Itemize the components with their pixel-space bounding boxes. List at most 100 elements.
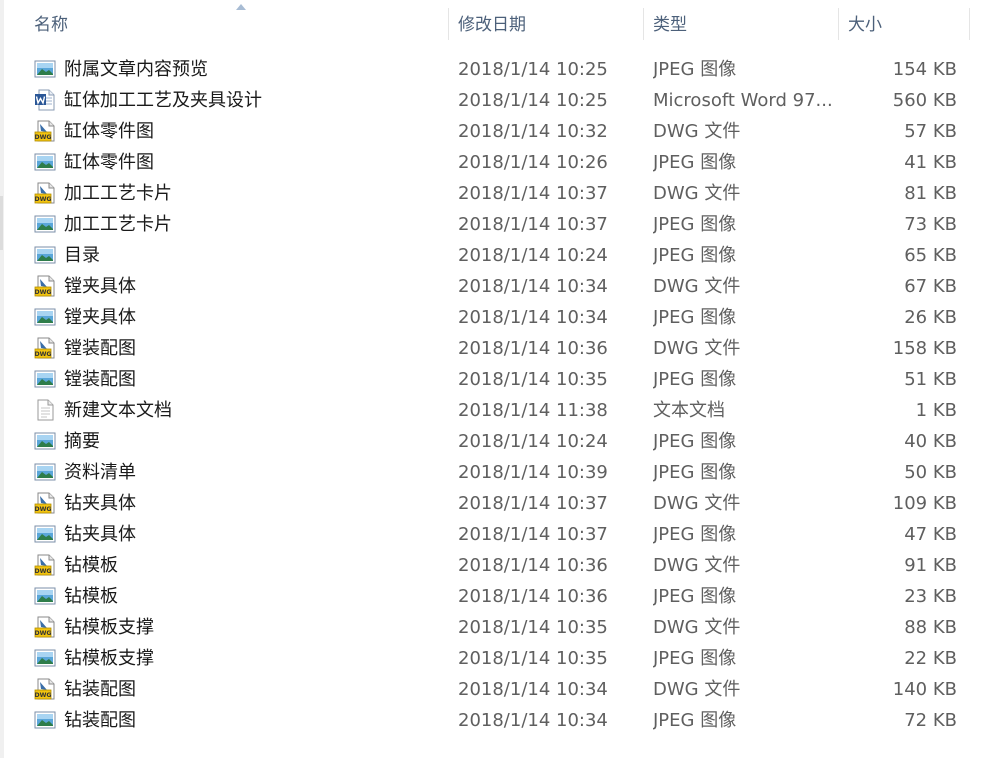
file-row[interactable]: 摘要 2018/1/14 10:24 JPEG 图像 40 KB xyxy=(0,426,1002,457)
svg-text:DWG: DWG xyxy=(34,134,51,141)
svg-text:DWG: DWG xyxy=(34,692,51,699)
file-size: 1 KB xyxy=(915,400,957,421)
file-name: 资料清单 xyxy=(64,462,136,483)
svg-text:DWG: DWG xyxy=(34,568,51,575)
file-modified-date: 2018/1/14 10:37 xyxy=(458,524,608,545)
file-row[interactable]: DWG 缸体零件图 2018/1/14 10:32 DWG 文件 57 KB xyxy=(0,116,1002,147)
file-row[interactable]: DWG 镗夹具体 2018/1/14 10:34 DWG 文件 67 KB xyxy=(0,271,1002,302)
file-row[interactable]: 钻模板 2018/1/14 10:36 JPEG 图像 23 KB xyxy=(0,581,1002,612)
file-explorer-window: 名称 修改日期 类型 大小 附属文章内容预览 2018/1/14 10:25 JPE… xyxy=(0,0,1002,758)
file-modified-date: 2018/1/14 10:36 xyxy=(458,338,608,359)
dwg-file-icon: DWG xyxy=(34,492,56,514)
svg-text:DWG: DWG xyxy=(34,630,51,637)
file-size: 23 KB xyxy=(904,586,957,607)
file-name: 缸体加工工艺及夹具设计 xyxy=(64,90,262,111)
column-header-name[interactable]: 名称 xyxy=(8,0,449,50)
file-row[interactable]: 缸体零件图 2018/1/14 10:26 JPEG 图像 41 KB xyxy=(0,147,1002,178)
file-name: 加工工艺卡片 xyxy=(64,214,172,235)
file-row[interactable]: DWG 镗装配图 2018/1/14 10:36 DWG 文件 158 KB xyxy=(0,333,1002,364)
file-name: 钻模板支撑 xyxy=(64,648,154,669)
file-type: JPEG 图像 xyxy=(653,648,737,669)
column-header-size-label: 大小 xyxy=(848,15,882,35)
file-row[interactable]: DWG 加工工艺卡片 2018/1/14 10:37 DWG 文件 81 KB xyxy=(0,178,1002,209)
file-row[interactable]: 资料清单 2018/1/14 10:39 JPEG 图像 50 KB xyxy=(0,457,1002,488)
file-type: DWG 文件 xyxy=(653,121,741,142)
file-row[interactable]: 钻模板支撑 2018/1/14 10:35 JPEG 图像 22 KB xyxy=(0,643,1002,674)
file-row[interactable]: 新建文本文档 2018/1/14 11:38 文本文档 1 KB xyxy=(0,395,1002,426)
file-row[interactable]: DWG 钻模板支撑 2018/1/14 10:35 DWG 文件 88 KB xyxy=(0,612,1002,643)
file-size: 109 KB xyxy=(892,493,957,514)
file-modified-date: 2018/1/14 11:38 xyxy=(458,400,608,421)
file-type: JPEG 图像 xyxy=(653,586,737,607)
dwg-file-icon: DWG xyxy=(34,678,56,700)
jpeg-image-icon xyxy=(34,709,56,731)
file-list: 附属文章内容预览 2018/1/14 10:25 JPEG 图像 154 KB 缸体加工… xyxy=(0,54,1002,736)
file-type: DWG 文件 xyxy=(653,555,741,576)
column-header-date[interactable]: 修改日期 xyxy=(449,0,644,50)
file-type: DWG 文件 xyxy=(653,183,741,204)
dwg-file-icon: DWG xyxy=(34,554,56,576)
file-row[interactable]: DWG 钻装配图 2018/1/14 10:34 DWG 文件 140 KB xyxy=(0,674,1002,705)
file-row[interactable]: DWG 钻模板 2018/1/14 10:36 DWG 文件 91 KB xyxy=(0,550,1002,581)
svg-text:DWG: DWG xyxy=(34,506,51,513)
file-type: JPEG 图像 xyxy=(653,152,737,173)
file-size: 51 KB xyxy=(904,369,957,390)
file-modified-date: 2018/1/14 10:36 xyxy=(458,555,608,576)
file-name: 摘要 xyxy=(64,431,100,452)
file-modified-date: 2018/1/14 10:35 xyxy=(458,617,608,638)
file-modified-date: 2018/1/14 10:36 xyxy=(458,586,608,607)
file-row[interactable]: 缸体加工工艺及夹具设计 2018/1/14 10:25 Microsoft Word… xyxy=(0,85,1002,116)
file-name: 镗夹具体 xyxy=(64,307,136,328)
svg-text:DWG: DWG xyxy=(34,289,51,296)
svg-text:DWG: DWG xyxy=(34,351,51,358)
jpeg-image-icon xyxy=(34,461,56,483)
file-size: 41 KB xyxy=(904,152,957,173)
file-size: 72 KB xyxy=(904,710,957,731)
file-size: 154 KB xyxy=(892,59,957,80)
jpeg-image-icon xyxy=(34,585,56,607)
jpeg-image-icon xyxy=(34,244,56,266)
dwg-file-icon: DWG xyxy=(34,616,56,638)
file-name: 钻模板 xyxy=(64,555,118,576)
file-size: 158 KB xyxy=(892,338,957,359)
file-modified-date: 2018/1/14 10:24 xyxy=(458,245,608,266)
sort-ascending-icon xyxy=(236,4,246,10)
file-size: 40 KB xyxy=(904,431,957,452)
file-row[interactable]: 镗夹具体 2018/1/14 10:34 JPEG 图像 26 KB xyxy=(0,302,1002,333)
file-name: 目录 xyxy=(64,245,100,266)
file-row[interactable]: 附属文章内容预览 2018/1/14 10:25 JPEG 图像 154 KB xyxy=(0,54,1002,85)
file-name: 镗装配图 xyxy=(64,338,136,359)
file-modified-date: 2018/1/14 10:25 xyxy=(458,59,608,80)
file-name: 附属文章内容预览 xyxy=(64,59,208,80)
file-name: 缸体零件图 xyxy=(64,121,154,142)
file-row[interactable]: DWG 钻夹具体 2018/1/14 10:37 DWG 文件 109 KB xyxy=(0,488,1002,519)
jpeg-image-icon xyxy=(34,430,56,452)
file-name: 钻模板 xyxy=(64,586,118,607)
file-name: 钻模板支撑 xyxy=(64,617,154,638)
file-modified-date: 2018/1/14 10:37 xyxy=(458,214,608,235)
file-size: 22 KB xyxy=(904,648,957,669)
file-type: JPEG 图像 xyxy=(653,462,737,483)
column-divider[interactable] xyxy=(969,8,970,40)
file-type: DWG 文件 xyxy=(653,679,741,700)
dwg-file-icon: DWG xyxy=(34,120,56,142)
file-row[interactable]: 钻装配图 2018/1/14 10:34 JPEG 图像 72 KB xyxy=(0,705,1002,736)
file-row[interactable]: 目录 2018/1/14 10:24 JPEG 图像 65 KB xyxy=(0,240,1002,271)
file-row[interactable]: 钻夹具体 2018/1/14 10:37 JPEG 图像 47 KB xyxy=(0,519,1002,550)
file-size: 81 KB xyxy=(904,183,957,204)
file-size: 140 KB xyxy=(892,679,957,700)
jpeg-image-icon xyxy=(34,213,56,235)
file-row[interactable]: 加工工艺卡片 2018/1/14 10:37 JPEG 图像 73 KB xyxy=(0,209,1002,240)
file-name: 加工工艺卡片 xyxy=(64,183,172,204)
file-type: JPEG 图像 xyxy=(653,369,737,390)
file-name: 镗装配图 xyxy=(64,369,136,390)
column-header-type[interactable]: 类型 xyxy=(644,0,839,50)
file-type: JPEG 图像 xyxy=(653,307,737,328)
file-row[interactable]: 镗装配图 2018/1/14 10:35 JPEG 图像 51 KB xyxy=(0,364,1002,395)
file-name: 镗夹具体 xyxy=(64,276,136,297)
file-size: 67 KB xyxy=(904,276,957,297)
file-modified-date: 2018/1/14 10:26 xyxy=(458,152,608,173)
file-modified-date: 2018/1/14 10:35 xyxy=(458,369,608,390)
column-header-size[interactable]: 大小 xyxy=(839,0,970,50)
file-name: 钻夹具体 xyxy=(64,493,136,514)
